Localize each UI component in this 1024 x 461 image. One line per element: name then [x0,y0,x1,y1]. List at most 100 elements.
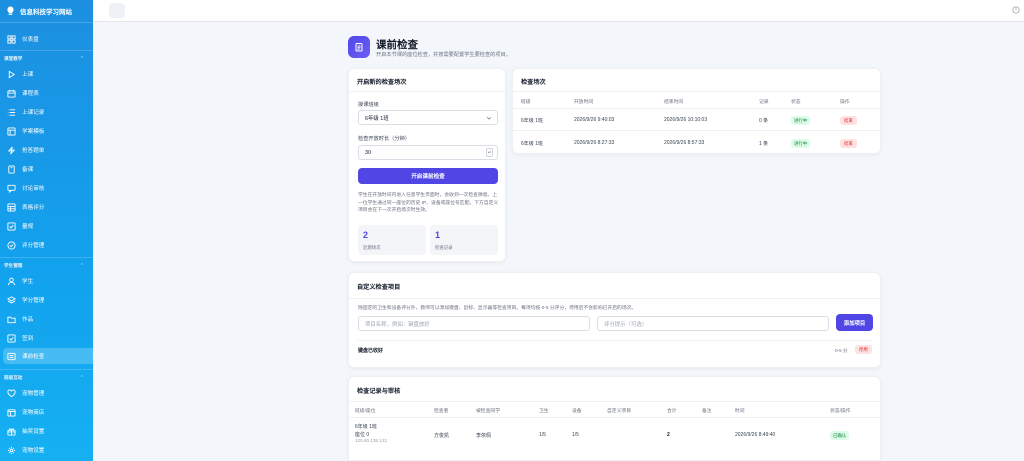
status-badge: 已确认 [830,431,850,440]
stat-label: 检查记录 [435,245,453,250]
divider [349,401,880,402]
sidebar-item-pet-settings[interactable]: 宠物设置 [3,442,93,458]
card-title: 检查记录与审核 [357,388,401,395]
class-label: 授课班级 [358,102,379,108]
start-check-button[interactable]: 开启课前检查 [358,168,498,184]
sidebar-item-score-manage[interactable]: 评分管理 [3,237,93,253]
clipboard-icon [355,43,363,52]
disable-item-button[interactable]: 停用 [855,345,872,354]
store-icon [6,407,16,417]
column-header: 被检查同学 [476,409,500,414]
folder-icon [6,314,16,324]
column-header: 检查者 [434,409,449,414]
cell-class: 6年级 1班 [355,424,377,430]
stat-value: 1 [435,230,441,240]
column-header: 操作 [840,100,850,105]
group-title: 课堂教学 [4,56,23,61]
sidebar-group-teaching[interactable]: 课堂教学 ⌃ [4,56,84,62]
sessions-card: 检查场次 班级 开放时间 结束时间 记录 状态 操作 6年级 1班 2026/9… [512,68,881,154]
sidebar-item-class-record[interactable]: 上课记录 [3,104,93,120]
sidebar-item-students[interactable]: 学生 [3,273,93,289]
help-icon[interactable] [1012,6,1020,14]
records-card: 检查记录与审核 班级/座位 检查者 被检查同学 卫生 设备 自定义项目 合计 备… [348,376,881,461]
stat-check-records: 1 检查记录 [430,225,498,255]
item-hint-input[interactable]: 评分提示（可选） [597,316,829,331]
start-note: 学生在开放时间内进入任意学生页面时，会收到一次检查弹窗。上一位学生通过同一座位的… [358,193,499,213]
inspect-icon [6,351,16,361]
cell-seat: 座位 0 [355,432,370,438]
divider [357,340,872,341]
sidebar-item-label: 学案模板 [22,129,45,135]
chat-icon [6,183,16,193]
card-title: 自定义检查项目 [357,284,401,291]
sidebar-item-checkin[interactable]: 签到 [3,330,93,346]
sidebar-item-label: 作品 [22,317,34,323]
sidebar-item-label: 上课 [22,72,34,78]
sidebar-item-works[interactable]: 作品 [3,311,93,327]
custom-description: 除固定的卫生和设备评分外，教师可以添加键盘、鼠标、显示器等检查项目。每项均按 0… [358,306,637,311]
column-header: 合计 [667,409,677,414]
heart-icon [6,388,16,398]
cell-records: 1 条 [759,141,769,147]
sidebar-item-label: 学生 [22,279,34,285]
sidebar-item-rubric[interactable]: 量规 [3,218,93,234]
sidebar-item-lottery[interactable]: 抽奖设置 [3,423,93,439]
sidebar-item-discussion[interactable]: 讨论审核 [3,180,93,196]
cell-hygiene: 1/5 [539,432,546,438]
add-item-button[interactable]: 添加项目 [836,314,873,331]
cell-start: 2026/9/26 9:40:03 [574,117,615,123]
column-header: 备注 [702,409,712,414]
cell-total: 2 [667,432,670,438]
sidebar-item-prepare[interactable]: 备课 [3,161,93,177]
sidebar-group-interaction[interactable]: 班级互动 ⌃ [4,375,84,381]
table-icon [6,202,16,212]
list-icon [6,107,16,117]
sidebar-toggle-button[interactable] [109,3,125,18]
brand[interactable]: 信息科技学习网站 [0,0,93,22]
sidebar-item-label: 抢答题单 [22,148,45,154]
sidebar-divider [0,22,93,23]
sidebar-item-label: 签到 [22,336,34,342]
sidebar-item-template[interactable]: 学案模板 [3,123,93,139]
cell-checker: 方俊凯 [434,433,450,439]
sidebar-item-credits[interactable]: 学分管理 [3,292,93,308]
card-title: 开启新的检查场次 [357,79,407,86]
duration-value: 30 [365,149,371,156]
sidebar-item-class[interactable]: 上课 [3,66,93,82]
sidebar-item-label: 量规 [22,224,34,230]
sidebar-item-label: 评分管理 [22,243,45,249]
sidebar-item-pet-store[interactable]: 宠物商店 [3,404,93,420]
page-icon [348,36,370,58]
sidebar-item-label: 课程表 [22,91,39,97]
check-icon [6,221,16,231]
item-name-input[interactable]: 项目名称，例如：键盘放好 [358,316,590,331]
sidebar-item-label: 仪表盘 [22,37,39,43]
chevron-up-icon: ⌃ [79,263,84,269]
book-icon [6,164,16,174]
divider [349,298,880,299]
lightbulb-icon [6,6,15,16]
sidebar-item-label: 宠物管理 [22,391,45,397]
sidebar-group-students[interactable]: 学生管理 ⌃ [4,263,84,269]
page-subtitle: 开启本节课的座位检查，并按需要配置学生要检查的项目。 [376,52,511,58]
column-header: 班级 [521,100,531,105]
end-session-button[interactable]: 结束 [840,116,857,125]
duration-input[interactable]: 30 ▴▾ [358,145,498,160]
column-header: 设备 [572,409,582,414]
sidebar-item-quiz[interactable]: 抢答题单 [3,142,93,158]
class-select[interactable]: 6年级 1班 [358,110,498,125]
sidebar-item-pet-manage[interactable]: 宠物管理 [3,385,93,401]
end-session-button[interactable]: 结束 [840,139,857,148]
start-session-card: 开启新的检查场次 授课班级 6年级 1班 检查开放时长（分钟） 30 ▴▾ 开启… [348,68,506,262]
sidebar-item-label: 抽奖设置 [22,429,45,435]
cell-class: 6年级 1班 [521,141,543,147]
column-header: 班级/座位 [355,409,376,414]
chevron-up-icon: ⌃ [79,375,84,381]
card-title: 检查场次 [521,79,546,86]
sidebar-item-dashboard[interactable]: 仪表盘 [3,31,93,47]
stepper-icon[interactable]: ▴▾ [486,148,493,157]
sidebar-item-table-score[interactable]: 表格评分 [3,199,93,215]
sidebar-item-preclass-check[interactable]: 课前检查 [3,348,93,364]
user-icon [6,276,16,286]
sidebar-item-schedule[interactable]: 课程表 [3,85,93,101]
